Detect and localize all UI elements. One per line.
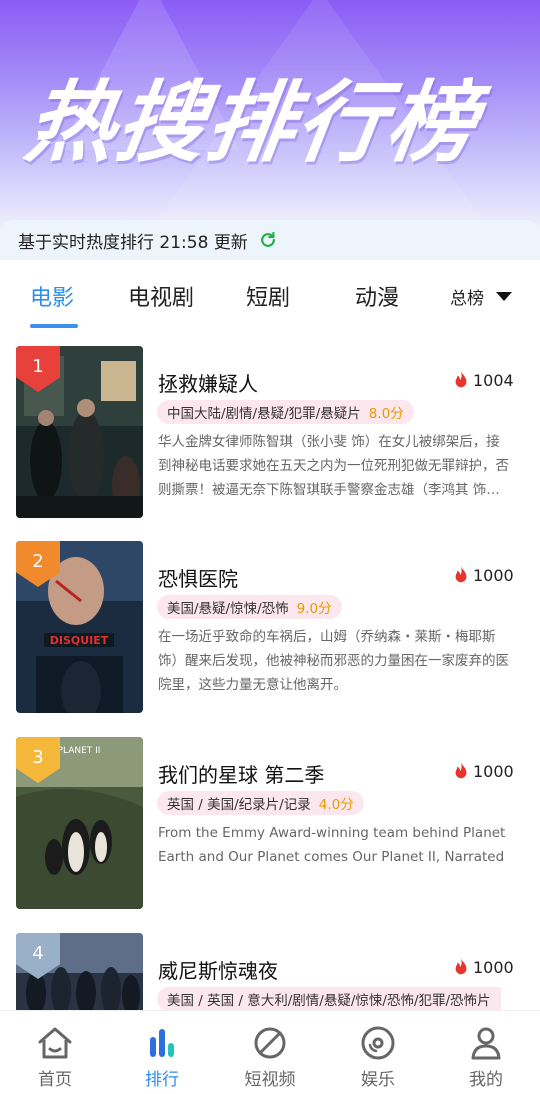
nav-entertainment[interactable]: 娱乐 [338, 1023, 418, 1090]
movie-description: From the Emmy Award-winning team behind … [158, 825, 506, 865]
heat-score: 1000 [452, 957, 514, 977]
genre-tags: 美国 / 英国 / 意大利/剧情/悬疑/惊悚/恐怖/犯罪/恐怖片 [157, 987, 501, 1010]
fire-icon [455, 371, 467, 388]
ranking-list-item[interactable]: PLANET II 3 我们的星球 第二季 1000 英国 / 美国/纪录片/记… [0, 737, 540, 917]
genre-tags: 中国大陆/剧情/悬疑/犯罪/悬疑片 8.0分 [157, 400, 414, 424]
ranking-icon [150, 1029, 174, 1057]
tab-tv-series[interactable]: 电视剧 [128, 280, 194, 312]
ranking-scope-label: 总榜 [450, 289, 484, 309]
nav-ranking-label: 排行 [145, 1070, 179, 1090]
movie-poster[interactable]: 1 [16, 346, 143, 518]
category-tabs: 电影 电视剧 短剧 动漫 总榜 [0, 262, 540, 332]
fire-icon [455, 566, 467, 583]
disc-icon [361, 1026, 395, 1060]
nav-home[interactable]: 首页 [15, 1023, 95, 1090]
chevron-down-icon [496, 292, 512, 301]
update-status-bar: 基于实时热度排行 21:58 更新 [0, 220, 540, 260]
nav-short-video[interactable]: 短视频 [230, 1023, 310, 1090]
short-video-icon [254, 1027, 286, 1059]
fire-icon [455, 958, 467, 975]
movie-poster[interactable]: 4 [16, 933, 143, 1010]
movie-title[interactable]: 恐惧医院 [158, 563, 238, 592]
tab-anime[interactable]: 动漫 [355, 280, 399, 312]
heat-score: 1000 [452, 565, 514, 585]
genre-tags: 美国/悬疑/惊悚/恐怖 9.0分 [157, 595, 342, 619]
page-title: 热搜排行榜 [19, 71, 485, 174]
movie-title[interactable]: 拯救嫌疑人 [158, 368, 258, 397]
nav-profile-label: 我的 [469, 1070, 503, 1090]
movie-description: 在一场近乎致命的车祸后，山姆（乔纳森・莱斯・梅耶斯 饰）醒来后发现，他被神秘而邪… [158, 629, 509, 693]
ranking-list-item[interactable]: 1 拯救嫌疑人 1004 中国大陆/剧情/悬疑/犯罪/悬疑片 8.0分 华人金牌… [0, 346, 540, 526]
nav-ranking[interactable]: 排行 [122, 1023, 202, 1090]
movie-description: 华人金牌女律师陈智琪（张小斐 饰）在女儿被绑架后，接到神秘电话要求她在五天之内为… [158, 434, 509, 498]
movie-poster[interactable]: DISQUIET 2 [16, 541, 143, 713]
genre-tags: 英国 / 美国/纪录片/记录 4.0分 [157, 791, 364, 815]
nav-home-label: 首页 [38, 1070, 72, 1090]
nav-entertainment-label: 娱乐 [361, 1070, 395, 1090]
ranking-list-item[interactable]: DISQUIET 2 恐惧医院 1000 美国/悬疑/惊悚/恐怖 9.0分 在一… [0, 541, 540, 721]
tab-short-drama[interactable]: 短剧 [246, 280, 290, 312]
nav-profile[interactable]: 我的 [446, 1023, 526, 1090]
fire-icon [455, 762, 467, 779]
movie-title[interactable]: 我们的星球 第二季 [158, 759, 324, 788]
tab-movie[interactable]: 电影 [30, 280, 74, 312]
header-banner: 热搜排行榜 [0, 0, 540, 230]
svg-text:DISQUIET: DISQUIET [50, 634, 109, 647]
refresh-icon[interactable] [258, 230, 278, 250]
profile-icon [471, 1027, 501, 1060]
home-icon [38, 1027, 72, 1059]
rating-score: 4.0分 [318, 797, 354, 813]
update-status-text: 基于实时热度排行 21:58 更新 [18, 232, 248, 253]
heat-score: 1004 [452, 370, 514, 390]
rating-score: 8.0分 [368, 406, 404, 422]
ranking-scope-dropdown[interactable]: 总榜 [450, 284, 512, 309]
ranking-list-item[interactable]: 4 威尼斯惊魂夜 1000 美国 / 英国 / 意大利/剧情/悬疑/惊悚/恐怖/… [0, 933, 540, 1010]
bottom-navigation: 首页 排行 短视频 娱乐 我的 [0, 1010, 540, 1094]
nav-short-video-label: 短视频 [244, 1070, 296, 1090]
rating-score: 9.0分 [296, 601, 332, 617]
movie-title[interactable]: 威尼斯惊魂夜 [158, 955, 278, 984]
heat-score: 1000 [452, 761, 514, 781]
svg-text:PLANET II: PLANET II [58, 746, 101, 756]
active-tab-indicator [30, 324, 78, 328]
movie-poster[interactable]: PLANET II 3 [16, 737, 143, 909]
